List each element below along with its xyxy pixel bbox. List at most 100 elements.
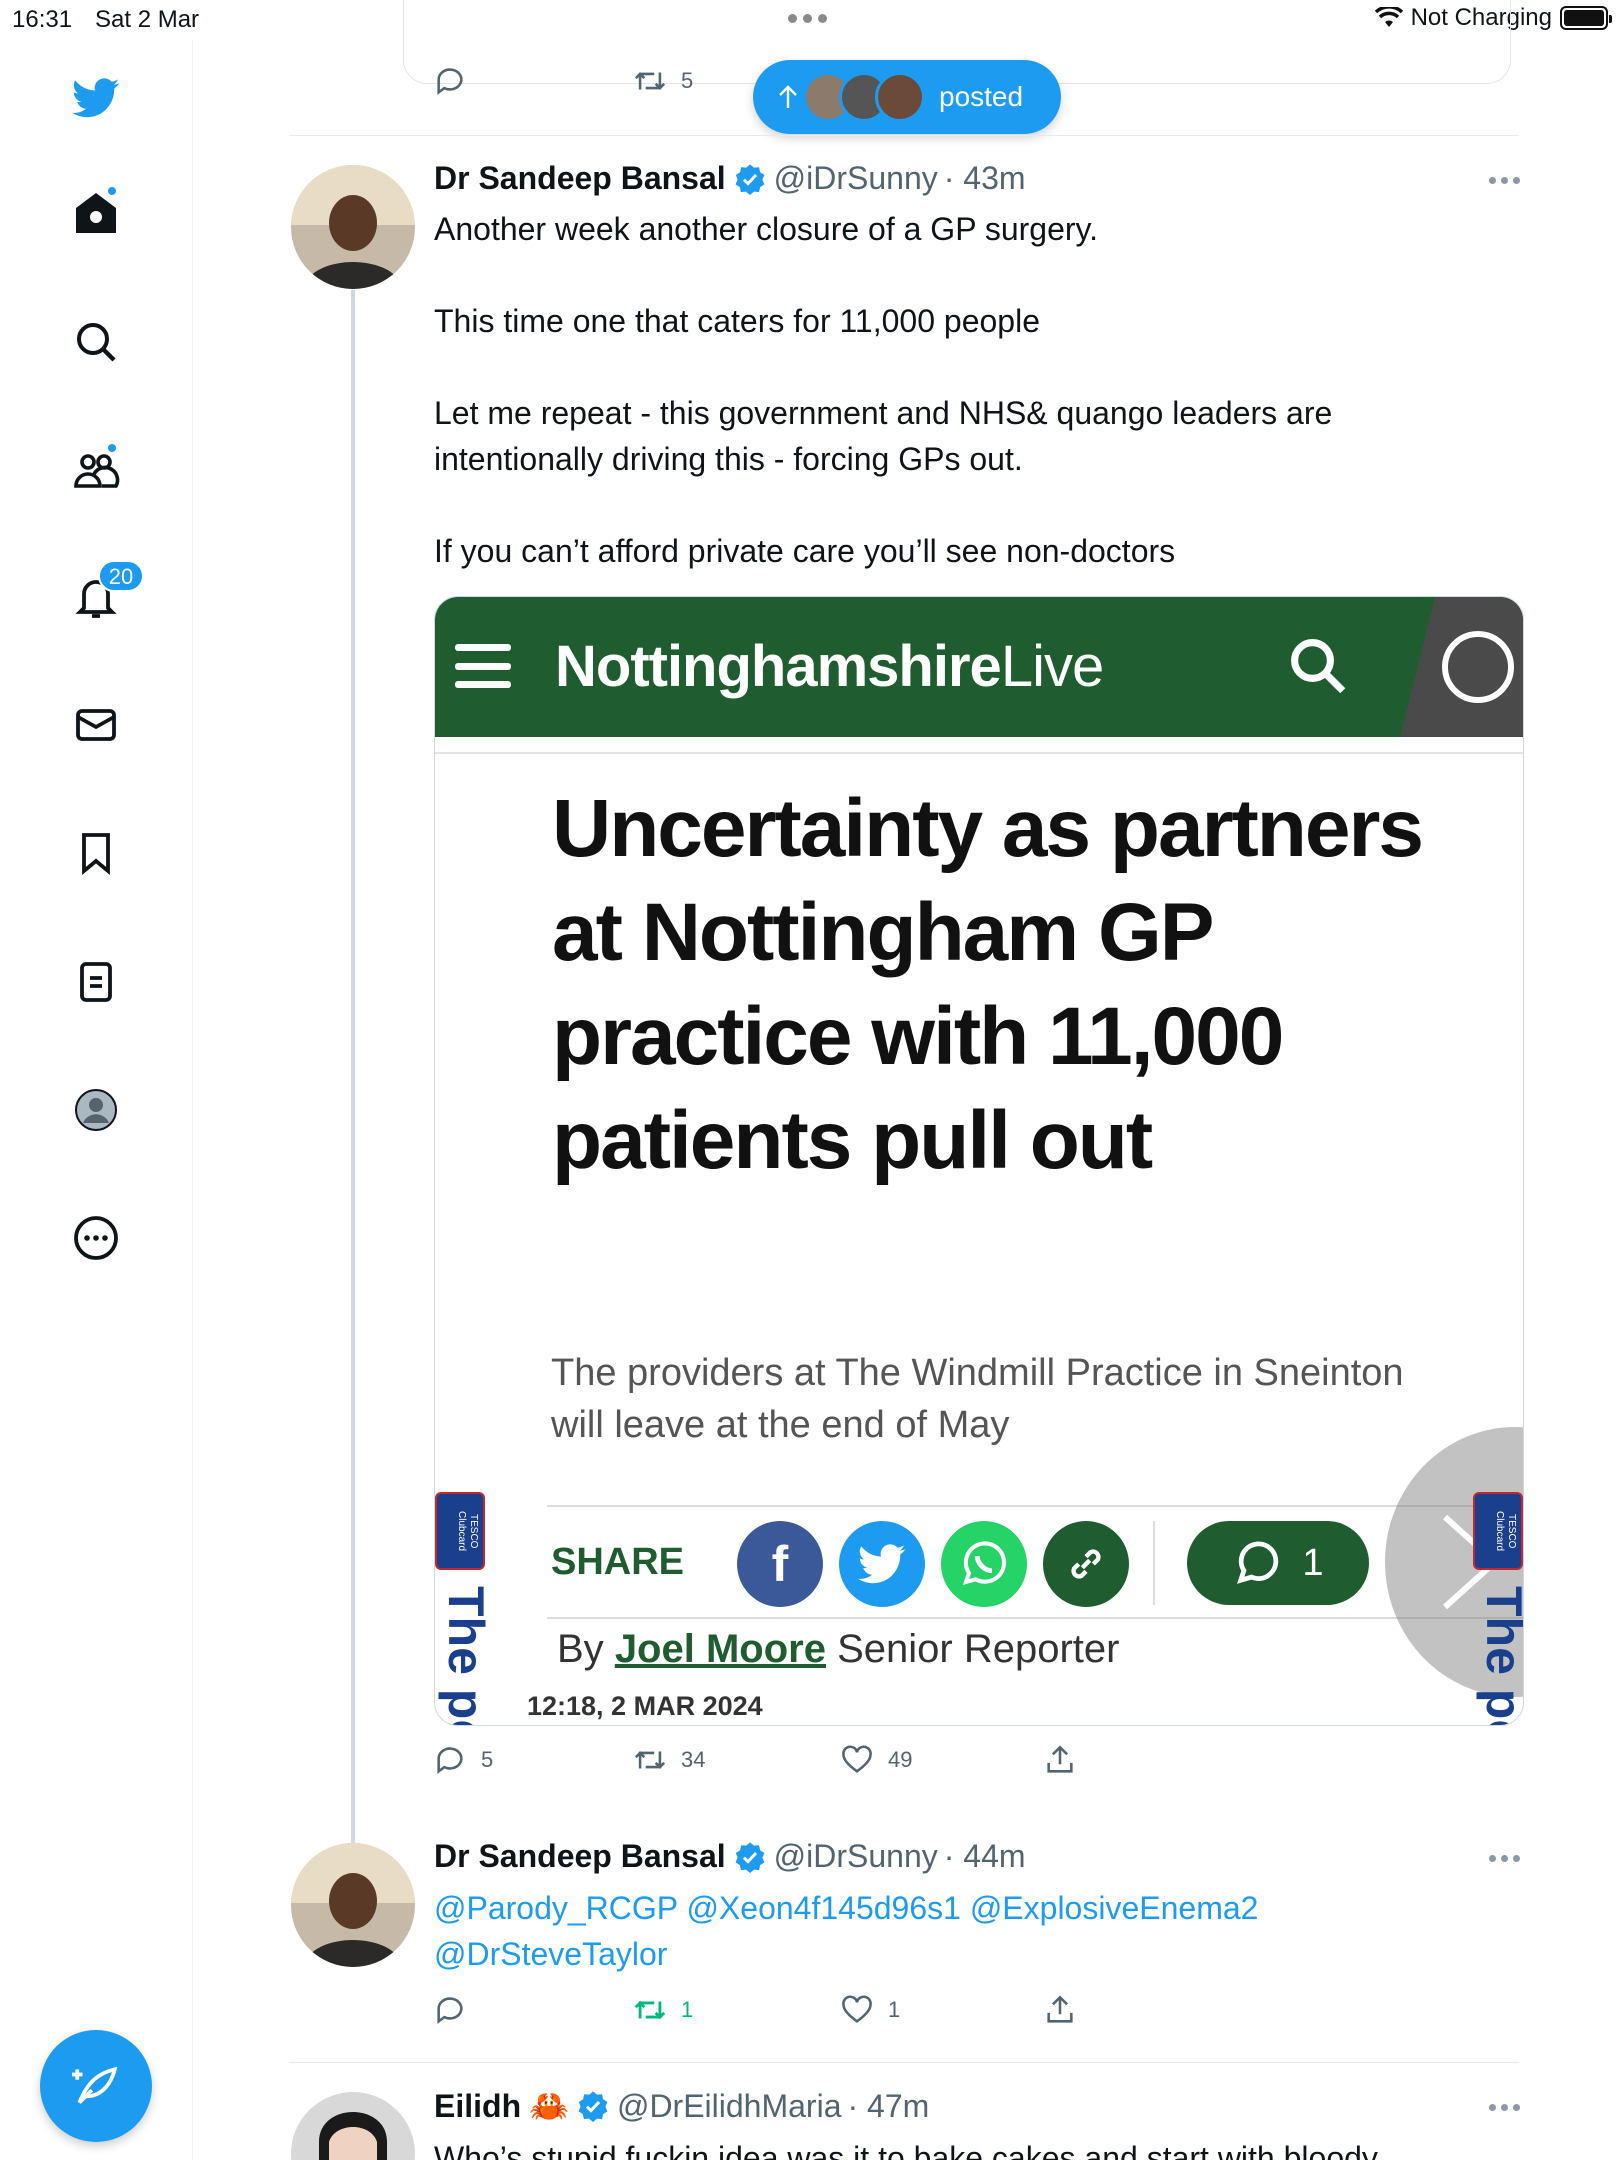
reply-button[interactable] (433, 1993, 467, 2027)
handle[interactable]: @DrEilidhMaria (617, 2088, 842, 2125)
tweet-mentions[interactable]: @Parody_RCGP @Xeon4f145d96s1 @ExplosiveE… (434, 1885, 1334, 1977)
tweet-time[interactable]: · 44m (944, 1838, 1026, 1875)
bookmark-icon[interactable] (66, 823, 126, 883)
reply-button[interactable]: 5 (433, 1743, 493, 1777)
tweet-time[interactable]: · 47m (847, 2088, 929, 2125)
site-search-icon (1291, 639, 1346, 694)
heart-icon (842, 1745, 872, 1773)
thread-connector (351, 290, 355, 1850)
avatar[interactable] (291, 2092, 415, 2160)
article-headline: Uncertainty as partners at Nottingham GP… (552, 783, 1424, 1186)
compose-tweet-button[interactable] (40, 2030, 152, 2142)
avatar[interactable] (291, 1843, 415, 1967)
mail-icon[interactable] (66, 695, 126, 755)
article-image-card[interactable]: NottinghamshireLive Uncertainty as partn… (434, 596, 1524, 1726)
retweet-icon (634, 1751, 666, 1769)
facebook-icon: f (737, 1521, 823, 1607)
like-count: 1 (888, 1997, 901, 2022)
article-comments-button: 1 (1187, 1521, 1369, 1605)
whatsapp-icon (941, 1521, 1027, 1607)
like-button[interactable]: 1 (840, 1993, 900, 2027)
tweet-text: Who’s stupid fuckin idea was it to bake … (434, 2140, 1378, 2160)
prev-retweet-count: 5 (681, 68, 694, 93)
display-name[interactable]: Eilidh (434, 2088, 521, 2125)
status-time: 16:31 (12, 6, 73, 33)
sidebar: 20 (0, 40, 193, 2160)
share-label: SHARE (551, 1541, 685, 1583)
twitter-logo-icon[interactable] (66, 68, 126, 128)
tweet-line: Another week another closure of a GP sur… (434, 211, 1099, 247)
avatar[interactable] (291, 165, 415, 289)
home-icon[interactable] (66, 183, 126, 243)
author-role: Senior Reporter (837, 1627, 1120, 1671)
more-options-icon[interactable] (1489, 1855, 1520, 1862)
retweet-icon (634, 72, 666, 90)
retweet-count: 1 (681, 1997, 694, 2022)
hamburger-menu-icon (455, 644, 511, 688)
status-date: Sat 2 Mar (95, 6, 200, 33)
share-icon (1047, 1995, 1073, 2023)
compose-feather-icon (72, 2066, 118, 2104)
copy-link-icon (1043, 1521, 1129, 1607)
tweet-text: Another week another closure of a GP sur… (434, 206, 1434, 574)
tweet-line: This time one that caters for 11,000 peo… (434, 303, 1040, 339)
divider (1153, 1521, 1155, 1605)
verified-badge-icon (735, 163, 765, 195)
communities-icon[interactable] (66, 440, 126, 500)
prev-retweet-button[interactable]: 5 (633, 64, 693, 98)
retweet-count: 34 (681, 1747, 706, 1772)
home-dot-badge (106, 185, 118, 197)
crab-emoji: 🦀 (529, 2088, 569, 2124)
comment-bubble-icon (1237, 1541, 1279, 1584)
new-posts-pill[interactable]: posted (753, 60, 1061, 134)
reply-icon (437, 1997, 463, 2024)
like-button[interactable]: 49 (840, 1743, 912, 1777)
retweet-button-active[interactable]: 1 (633, 1993, 693, 2027)
share-button[interactable] (1043, 1993, 1077, 2027)
reply-count: 5 (481, 1747, 494, 1772)
arrow-up-icon (779, 85, 797, 108)
bell-icon[interactable]: 20 (66, 560, 144, 628)
advert-strip-right: TESCO Clubcard The pc (1473, 1492, 1523, 1725)
author-name: Joel Moore (614, 1627, 826, 1671)
search-icon[interactable] (66, 312, 126, 372)
handle[interactable]: @iDrSunny (774, 160, 938, 197)
article-standfirst: The providers at The Windmill Practice i… (551, 1352, 1404, 1446)
heart-icon (842, 1995, 872, 2023)
more-circle-icon[interactable] (66, 1208, 126, 1268)
more-options-icon[interactable] (1489, 177, 1520, 184)
verified-badge-icon (735, 1841, 765, 1873)
posters-avatars (803, 72, 925, 122)
profile-avatar-icon[interactable] (66, 1080, 126, 1140)
tweet-line (434, 344, 1434, 390)
tweet-header: Eilidh 🦀 @DrEilidhMaria · 47m (434, 2087, 929, 2125)
list-icon[interactable] (66, 952, 126, 1012)
article-date: 12:18, 2 MAR 2024 (527, 1691, 763, 1721)
share-button[interactable] (1043, 1743, 1077, 1777)
article-share-row: SHARE f 1 (547, 1505, 1523, 1619)
article-byline: By Joel Moore Senior Reporter (557, 1627, 1120, 1671)
prev-reply-button[interactable] (433, 64, 467, 98)
handle[interactable]: @iDrSunny (774, 1838, 938, 1875)
site-account-icon (1400, 597, 1523, 737)
share-icon (1047, 1745, 1073, 1773)
battery-icon (1560, 6, 1612, 30)
news-brand-logo: NottinghamshireLive (555, 634, 1104, 699)
divider (289, 2062, 1519, 2063)
retweet-button[interactable]: 34 (633, 1743, 705, 1777)
more-options-icon[interactable] (1489, 2104, 1520, 2111)
verified-badge-icon (578, 2091, 608, 2122)
advert-strip-left: TESCO Clubcard The pc (435, 1492, 494, 1725)
reply-icon (437, 1747, 463, 1774)
retweet-icon (634, 2000, 666, 2020)
timeline: 5 posted Dr Sandeep Bansal @iDrSunny · 4… (193, 0, 1620, 2160)
tweet-time[interactable]: · 43m (944, 160, 1026, 197)
display-name[interactable]: Dr Sandeep Bansal (434, 1838, 726, 1875)
tweet-line (434, 252, 1434, 298)
display-name[interactable]: Dr Sandeep Bansal (434, 160, 726, 197)
like-count: 49 (888, 1747, 913, 1772)
communities-dot-badge (106, 442, 118, 454)
tweet-header: Dr Sandeep Bansal @iDrSunny · 44m (434, 1838, 1026, 1875)
notifications-count-badge: 20 (98, 560, 144, 592)
tweet-line: If you can’t afford private care you’ll … (434, 533, 1176, 569)
